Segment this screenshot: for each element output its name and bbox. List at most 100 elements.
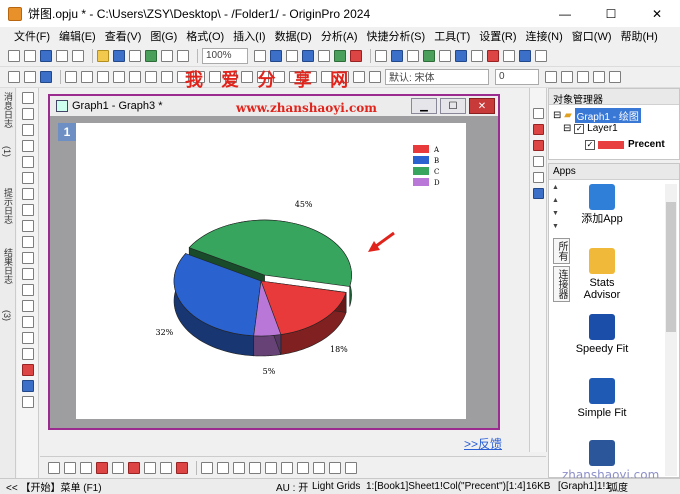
- export-icon[interactable]: [455, 49, 467, 62]
- rescale-icon[interactable]: [334, 49, 346, 62]
- menu-connect[interactable]: 连接(N): [526, 28, 563, 44]
- app-speedy-fit[interactable]: Speedy Fit: [571, 314, 633, 355]
- menu-data[interactable]: 数据(D): [275, 28, 312, 44]
- pan-tool-icon[interactable]: [21, 124, 34, 136]
- line-style-icon[interactable]: [48, 461, 60, 474]
- align-icon[interactable]: [145, 70, 157, 83]
- data-reader-icon[interactable]: [391, 49, 403, 62]
- mask-icon[interactable]: [487, 49, 499, 62]
- plot-icon[interactable]: [519, 49, 531, 62]
- superscript-icon[interactable]: [593, 70, 605, 83]
- results-log-icon[interactable]: [270, 49, 282, 62]
- cursor-tool-icon[interactable]: [21, 156, 34, 168]
- paste-icon[interactable]: [81, 70, 93, 83]
- apps-scrollbar[interactable]: [665, 184, 677, 476]
- redo-icon[interactable]: [24, 70, 36, 83]
- line-symbol-icon[interactable]: [80, 461, 92, 474]
- extra-tool-icon[interactable]: [21, 396, 34, 408]
- command-window-icon[interactable]: [286, 49, 298, 62]
- duplicate-icon[interactable]: [113, 70, 125, 83]
- zoom-in-icon[interactable]: [375, 49, 387, 62]
- region-icon[interactable]: [439, 49, 451, 62]
- status-start-menu[interactable]: << 【开始】菜单 (F1): [6, 479, 276, 494]
- graph-tool-2-icon[interactable]: [532, 124, 544, 135]
- menu-window[interactable]: 窗口(W): [572, 28, 612, 44]
- line-tool-icon[interactable]: [21, 268, 34, 280]
- template-plot-icon[interactable]: [329, 461, 341, 474]
- stats-plot-icon[interactable]: [144, 461, 156, 474]
- scroll-thumb[interactable]: [666, 202, 676, 332]
- print-icon[interactable]: [161, 49, 173, 62]
- collapse-icon[interactable]: ⊟: [553, 110, 564, 121]
- menu-edit[interactable]: 编辑(E): [59, 28, 96, 44]
- font-size-select[interactable]: 0: [495, 68, 539, 85]
- minimize-button[interactable]: —: [542, 0, 588, 27]
- scatter-style-icon[interactable]: [64, 461, 76, 474]
- app-word-export[interactable]: [571, 440, 633, 469]
- menu-file[interactable]: 文件(F): [14, 28, 50, 44]
- tree-plot-node[interactable]: ✓ Precent: [585, 139, 665, 150]
- surface-plot-icon[interactable]: [297, 461, 309, 474]
- menu-analysis[interactable]: 分析(A): [321, 28, 358, 44]
- collapse-icon[interactable]: ⊟: [563, 123, 574, 134]
- apps-tab-connectors[interactable]: 连接器: [553, 266, 570, 302]
- tab-message-log[interactable]: 消息日志: [2, 92, 15, 128]
- menu-view[interactable]: 查看(V): [105, 28, 142, 44]
- zoom-select[interactable]: 100%: [202, 47, 248, 64]
- palette-tool-icon[interactable]: [21, 380, 34, 392]
- graph-maximize-button[interactable]: ☐: [440, 98, 466, 114]
- plot-checkbox[interactable]: ✓: [585, 139, 595, 150]
- rect-tool-icon[interactable]: [21, 284, 34, 296]
- arrange-icon[interactable]: [129, 70, 141, 83]
- pointer-icon[interactable]: [40, 70, 52, 83]
- clear-icon[interactable]: [97, 70, 109, 83]
- graph-page[interactable]: 18% 32% 45% 5% A B C D: [76, 123, 466, 419]
- ternary-plot-icon[interactable]: [265, 461, 277, 474]
- save-icon[interactable]: [113, 49, 125, 62]
- add-layer-icon[interactable]: [350, 49, 362, 62]
- maximize-button[interactable]: ☐: [588, 0, 634, 27]
- new-matrix-icon[interactable]: [56, 49, 68, 62]
- pointer-tool-icon[interactable]: [21, 92, 34, 104]
- graph-tool-6-icon[interactable]: [532, 188, 544, 199]
- tree-graph-node[interactable]: ⊟ ▰ Graph1 - 绘图: [553, 108, 641, 123]
- column-plot-icon[interactable]: [96, 461, 108, 474]
- copy-page-icon[interactable]: [177, 49, 189, 62]
- menu-format[interactable]: 格式(O): [186, 28, 224, 44]
- image-plot-icon[interactable]: [313, 461, 325, 474]
- code-builder-icon[interactable]: [302, 49, 314, 62]
- apps-up-icon[interactable]: ▲: [552, 184, 564, 191]
- graph-tool-4-icon[interactable]: [532, 156, 544, 167]
- graph-tool-3-icon[interactable]: [532, 140, 544, 151]
- more-plots-icon[interactable]: [345, 461, 357, 474]
- tree-layer-node[interactable]: ⊟ ✓ Layer1: [563, 123, 618, 134]
- bold-icon[interactable]: [545, 70, 557, 83]
- apps-down-icon[interactable]: ▼: [552, 210, 564, 217]
- draw-data-icon[interactable]: [21, 220, 34, 232]
- menu-quick-analysis[interactable]: 快捷分析(S): [367, 28, 426, 44]
- financial-plot-icon[interactable]: [176, 461, 188, 474]
- layer-icon[interactable]: [318, 49, 330, 62]
- apps-up2-icon[interactable]: ▲: [552, 197, 564, 204]
- list-tool-icon[interactable]: [21, 348, 34, 360]
- layer-checkbox[interactable]: ✓: [574, 123, 585, 134]
- view-icon[interactable]: [471, 49, 483, 62]
- text-tool-icon[interactable]: [21, 236, 34, 248]
- layer-tab[interactable]: 1: [58, 123, 76, 141]
- italic-icon[interactable]: [561, 70, 573, 83]
- reader-tool-icon[interactable]: [21, 140, 34, 152]
- screen-reader-icon[interactable]: [407, 49, 419, 62]
- annotation-icon[interactable]: [423, 49, 435, 62]
- app-add-app[interactable]: 添加App: [571, 184, 633, 225]
- pie-chart[interactable]: 18% 32% 45% 5% ABCD: [76, 123, 466, 419]
- refresh-icon[interactable]: [145, 49, 157, 62]
- menu-tools[interactable]: 工具(T): [434, 28, 470, 44]
- app-stats-advisor[interactable]: Stats Advisor: [571, 248, 633, 301]
- menu-insert[interactable]: 插入(I): [233, 28, 265, 44]
- graph-tool-1-icon[interactable]: [532, 108, 544, 119]
- table-icon[interactable]: [503, 49, 515, 62]
- new-project-icon[interactable]: [8, 49, 20, 62]
- project-explorer-icon[interactable]: [254, 49, 266, 62]
- polar-plot-icon[interactable]: [249, 461, 261, 474]
- data-select-icon[interactable]: [21, 172, 34, 184]
